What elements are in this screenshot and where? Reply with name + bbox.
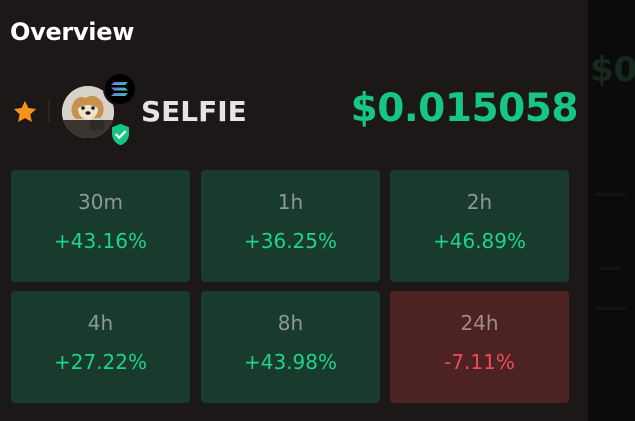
period-card-1h: 1h +36.25% xyxy=(201,170,380,282)
period-card-24h: 24h -7.11% xyxy=(390,291,569,403)
solana-icon xyxy=(103,72,137,106)
period-label: 1h xyxy=(277,190,304,214)
overview-title: Overview xyxy=(10,18,135,46)
period-card-4h: 4h +27.22% xyxy=(11,291,190,403)
period-change: +43.98% xyxy=(243,350,338,374)
period-card-8h: 8h +43.98% xyxy=(201,291,380,403)
period-label: 30m xyxy=(78,190,123,214)
period-change: -7.11% xyxy=(444,350,515,374)
overview-panel: Overview SELFIE $0.015058 30m +43.16% 1h… xyxy=(0,0,588,421)
period-label: 24h xyxy=(460,311,499,335)
period-label: 2h xyxy=(466,190,493,214)
period-card-30m: 30m +43.16% xyxy=(11,170,190,282)
token-price: $0.015058 xyxy=(350,86,579,131)
period-change: +46.89% xyxy=(432,229,527,253)
token-symbol: SELFIE xyxy=(141,95,247,128)
period-change: +43.16% xyxy=(53,229,148,253)
divider xyxy=(48,100,50,122)
background-line xyxy=(596,193,626,196)
background-price-ghost: $0.015058 xyxy=(590,50,635,90)
period-change: +27.22% xyxy=(53,350,148,374)
period-label: 8h xyxy=(277,311,304,335)
period-change: +36.25% xyxy=(243,229,338,253)
background-line xyxy=(594,307,626,310)
favorite-star-icon[interactable] xyxy=(11,98,39,126)
period-card-2h: 2h +46.89% xyxy=(390,170,569,282)
background-page-area: $0.015058 xyxy=(588,0,635,421)
verified-shield-icon xyxy=(107,121,134,148)
period-label: 4h xyxy=(87,311,114,335)
background-line xyxy=(600,267,622,270)
